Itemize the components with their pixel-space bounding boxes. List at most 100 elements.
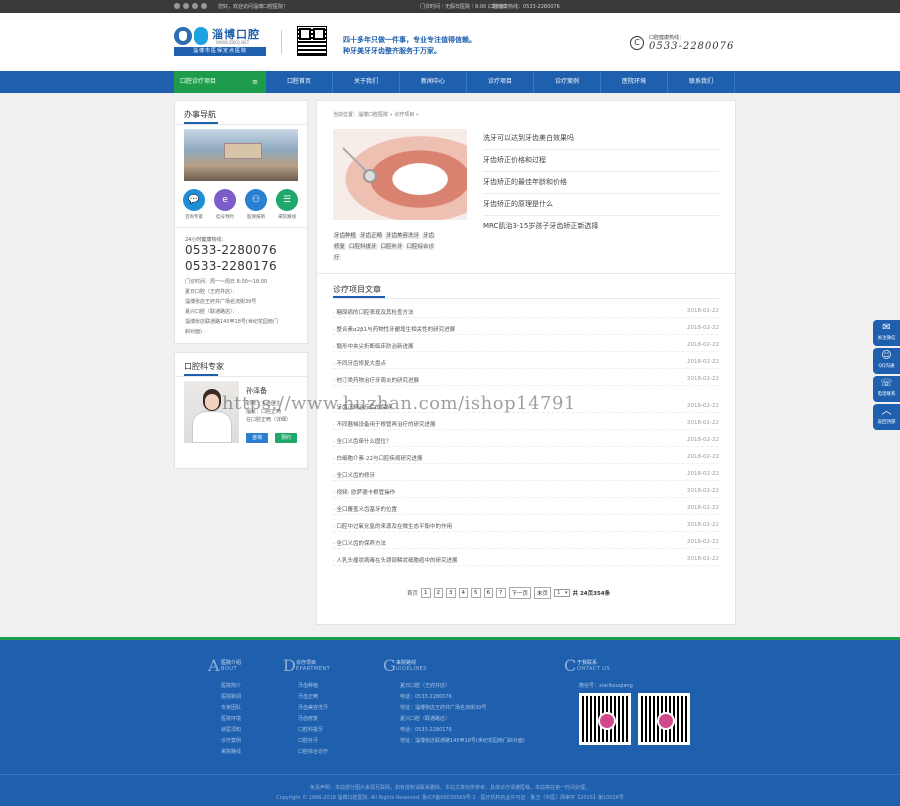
- article-row[interactable]: · 人乳头瘤状病毒在头颈部鳞状细胞癌中的研究进展 2018-02-22: [333, 554, 719, 566]
- tag-link[interactable]: 牙齿正畸: [359, 233, 384, 239]
- pager-page[interactable]: 7: [496, 588, 506, 598]
- article-title[interactable]: · 髓形中夹尖折断临床防治新进展: [333, 342, 414, 350]
- tag-link[interactable]: 口腔科拔牙: [348, 244, 378, 250]
- weibo-icon[interactable]: [174, 3, 180, 9]
- footer-link[interactable]: 口腔科拔牙: [298, 726, 323, 733]
- float-back-to-top[interactable]: ︿ 返回顶部: [873, 404, 900, 430]
- consult-button[interactable]: 咨询: [246, 433, 268, 443]
- sidebar-info-line: 斜对面): [185, 329, 202, 335]
- pager-last[interactable]: 末页: [534, 587, 552, 599]
- article-row[interactable]: · 他汀类药物治疗牙周炎的研究进展 2018-02-22: [333, 374, 719, 386]
- featured-link[interactable]: 洗牙可以达到牙齿美白效果吗: [483, 133, 574, 143]
- nav-treatments[interactable]: 诊疗项目: [467, 71, 534, 93]
- footer-link[interactable]: 就医须知: [221, 726, 241, 733]
- article-title[interactable]: · 视频: 欧萨德卡根管操作: [333, 488, 395, 496]
- footer-link[interactable]: 牙齿正畸: [298, 693, 318, 700]
- footer-link[interactable]: 来院路线: [221, 748, 241, 755]
- footer-link[interactable]: 专家团队: [221, 704, 241, 711]
- quick-route[interactable]: ☰ 来院路线: [275, 189, 299, 220]
- article-row[interactable]: · 口腔中过氧化氢的来源及在微生态平衡中的作用 2018-02-22: [333, 520, 719, 532]
- quick-insurance[interactable]: ⚇ 医保报销: [244, 189, 268, 220]
- article-title[interactable]: · 白细胞介素-22与口腔疾病研究进展: [333, 454, 422, 462]
- footer-link[interactable]: 医院环境: [221, 715, 241, 722]
- footer-link[interactable]: 牙齿修复: [298, 715, 318, 722]
- article-row[interactable]: · 不同牙齿修复大盘点 2018-02-22: [333, 357, 719, 369]
- featured-link[interactable]: 牙齿矫正价格和过程: [483, 155, 546, 165]
- article-row[interactable]: · 全口义齿的修牙 2018-02-22: [333, 469, 719, 481]
- nav-home[interactable]: 口腔首页: [266, 71, 333, 93]
- article-row[interactable]: · 全口义齿牵什么固位？ 2018-02-22: [333, 435, 719, 447]
- pager-page[interactable]: 3: [446, 588, 456, 598]
- footer-link[interactable]: 牙齿种植: [298, 682, 318, 689]
- footer-link[interactable]: 诊疗案例: [221, 737, 241, 744]
- article-title[interactable]: · 全口义齿牵什么固位？: [333, 437, 392, 445]
- main-content: 当前位置：淄博口腔医院 » 诊疗项目 » 牙齿种植 牙齿正畸 牙齿美容洗牙 牙齿 修复…: [316, 100, 736, 625]
- article-row[interactable]: · 髓形中夹尖折断临床防治新进展 2018-02-22: [333, 340, 719, 352]
- nav-cases[interactable]: 诊疗案例: [534, 71, 601, 93]
- float-qq[interactable]: ☺ QQ沟通: [873, 348, 900, 374]
- article-title[interactable]: · 全口义齿的修牙: [333, 471, 375, 479]
- qq-icon[interactable]: [183, 3, 189, 9]
- article-row[interactable]: · 全口覆盖义齿基牙的位置 2018-02-22: [333, 503, 719, 515]
- article-title[interactable]: · 人乳头瘤状病毒在头颈部鳞状细胞癌中的研究进展: [333, 556, 458, 564]
- divider: [483, 193, 719, 194]
- footer-link[interactable]: 医院新闻: [221, 693, 241, 700]
- nav-environment[interactable]: 医院环境: [601, 71, 668, 93]
- pager-page[interactable]: 4: [458, 588, 469, 598]
- top-health-tel: 口腔健康热线：0533-2280076: [488, 4, 560, 10]
- article-row[interactable]: · 视频: 欧萨德卡根管操作 2018-02-22: [333, 486, 719, 498]
- book-button[interactable]: 预约: [275, 433, 297, 443]
- pager-page[interactable]: 5: [471, 588, 481, 598]
- article-row[interactable]: · 整合素α2β1与药物性牙龈增生相关性的研究进展 2018-02-22: [333, 323, 719, 335]
- tag-link[interactable]: 牙齿种植: [333, 233, 358, 239]
- article-title[interactable]: · 口腔中过氧化氢的来源及在微生态平衡中的作用: [333, 522, 452, 530]
- pager-first[interactable]: 首页: [407, 589, 418, 597]
- article-title[interactable]: · 不同器械设备用于根管再治疗的研究进展: [333, 420, 436, 428]
- featured-link[interactable]: 牙齿矫正的原理是什么: [483, 199, 553, 209]
- tag-link[interactable]: 口腔补牙: [379, 244, 404, 250]
- article-title[interactable]: · 不同牙齿修复大盘点: [333, 359, 386, 367]
- nav-contact[interactable]: 联系我们: [668, 71, 735, 93]
- float-wechat[interactable]: ✉ 关注微信: [873, 320, 900, 346]
- article-row[interactable]: · 不同器械设备用于根管再治疗的研究进展 2018-02-22: [333, 418, 719, 430]
- quick-insurance-label: 医保报销: [247, 215, 265, 220]
- tag-link[interactable]: 牙齿: [422, 233, 436, 239]
- article-title[interactable]: · 全口覆盖义齿基牙的位置: [333, 505, 397, 513]
- nav-category-menu[interactable]: 口腔诊疗项目 ≡: [174, 71, 266, 93]
- featured-teeth-image[interactable]: [333, 129, 467, 220]
- article-title[interactable]: · 全口义齿的保养方法: [333, 539, 386, 547]
- quick-register[interactable]: e 挂号预约: [213, 189, 237, 220]
- footer-col-letter: G: [383, 656, 396, 675]
- nav-about[interactable]: 关于我们: [333, 71, 400, 93]
- pager-next[interactable]: 下一页: [508, 587, 532, 599]
- site-logo[interactable]: 淄博口腔 WWW.ZBKQ.NET 淄博市医保定点医院: [174, 25, 266, 57]
- featured-link[interactable]: 牙齿矫正的最佳年龄和价格: [483, 177, 567, 187]
- page-select[interactable]: 1: [554, 589, 570, 597]
- wechat-icon[interactable]: [192, 3, 198, 9]
- tag-link[interactable]: 疗: [333, 255, 341, 261]
- featured-link[interactable]: MRC肌治3-15岁孩子牙齿矫正新选择: [483, 221, 598, 231]
- doctor-info-line: 在口腔正畸（详细）: [246, 417, 292, 423]
- nav-news[interactable]: 新闻中心: [400, 71, 467, 93]
- footer-link[interactable]: 医院简介: [221, 682, 241, 689]
- footer-link[interactable]: 口腔综合诊疗: [298, 748, 328, 755]
- pager-page[interactable]: 2: [433, 588, 444, 598]
- quick-consult[interactable]: 💬 咨询专家: [182, 189, 206, 220]
- footer-col-subtitle: UIDELINES: [396, 666, 427, 672]
- article-row[interactable]: · 全口义齿的保养方法 2018-02-22: [333, 537, 719, 549]
- tag-link[interactable]: 牙齿美容洗牙: [385, 233, 421, 239]
- article-title[interactable]: · 整合素α2β1与药物性牙龈增生相关性的研究进展: [333, 325, 455, 333]
- pager-page[interactable]: 6: [483, 588, 494, 598]
- article-title[interactable]: · 糖尿病的口腔表现及其检查方法: [333, 308, 414, 316]
- footer-link[interactable]: 牙齿美容洗牙: [298, 704, 328, 711]
- article-row[interactable]: · 糖尿病的口腔表现及其检查方法 2018-02-22: [333, 306, 719, 318]
- pager-page[interactable]: 1: [421, 588, 431, 598]
- tag-link[interactable]: 修复: [333, 244, 347, 250]
- share-icon[interactable]: [201, 3, 207, 9]
- article-date: 2018-02-22: [687, 420, 719, 426]
- float-phone[interactable]: ☏ 电话联系: [873, 376, 900, 402]
- article-row[interactable]: · 白细胞介素-22与口腔疾病研究进展 2018-02-22: [333, 452, 719, 464]
- footer-link[interactable]: 口腔补牙: [298, 737, 318, 744]
- tag-link[interactable]: 口腔综合诊: [405, 244, 436, 250]
- article-title[interactable]: · 他汀类药物治疗牙周炎的研究进展: [333, 376, 419, 384]
